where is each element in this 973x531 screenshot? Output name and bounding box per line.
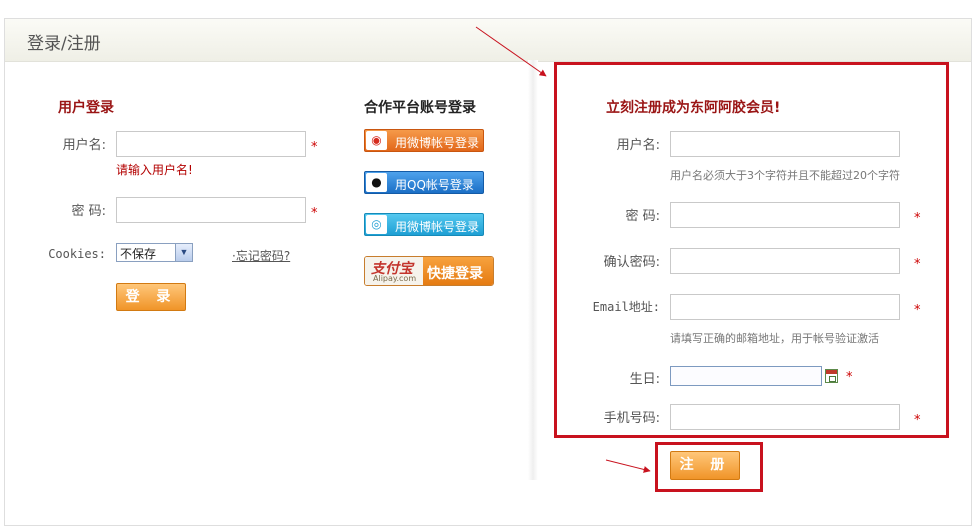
arrow-to-register-form <box>475 26 547 77</box>
arrow-to-register-button <box>605 459 651 473</box>
annotation-arrows <box>475 26 651 473</box>
